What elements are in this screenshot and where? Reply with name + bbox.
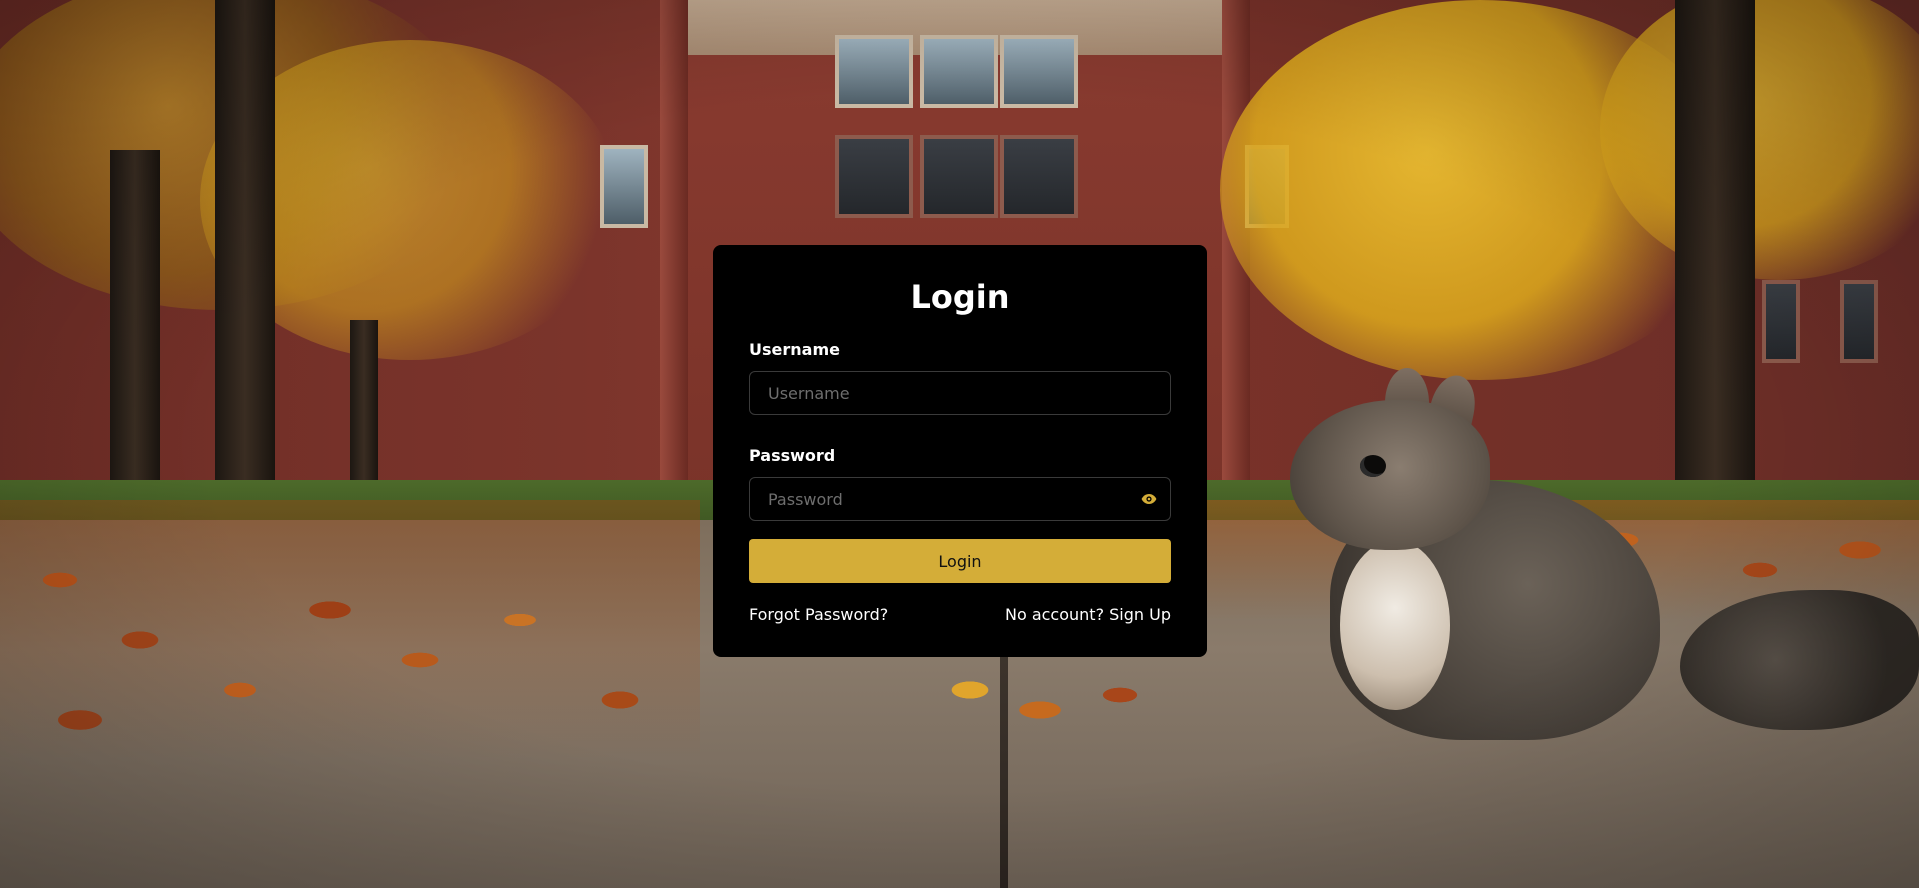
login-title: Login <box>910 278 1010 316</box>
password-field-wrapper <box>749 477 1171 521</box>
password-input[interactable] <box>749 477 1171 521</box>
forgot-password-link[interactable]: Forgot Password? <box>749 605 888 624</box>
login-button[interactable]: Login <box>749 539 1171 583</box>
sign-up-link[interactable]: No account? Sign Up <box>1005 605 1171 624</box>
password-label: Password <box>749 446 836 465</box>
login-card: Login Username Password Login Forgot Pas… <box>713 245 1207 657</box>
username-label: Username <box>749 340 840 359</box>
auth-links-row: Forgot Password? No account? Sign Up <box>749 605 1171 624</box>
eye-icon[interactable] <box>1139 490 1159 508</box>
username-input[interactable] <box>749 371 1171 415</box>
username-field-wrapper <box>749 371 1171 415</box>
login-page: Login Username Password Login Forgot Pas… <box>0 0 1919 888</box>
